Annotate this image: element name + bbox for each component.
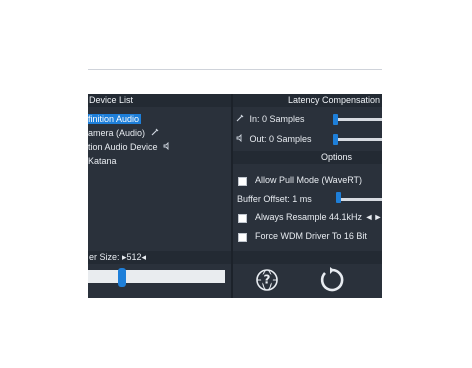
latency-out-slider-thumb[interactable] [333,134,338,145]
latency-in-slider-thumb[interactable] [333,114,338,125]
help-globe-icon[interactable]: ? [255,268,279,292]
buffer-size-header: er Size: ▸512◂ [88,251,231,264]
latency-in-row: In: 0 Samples [236,114,305,124]
allow-pull-mode-checkbox[interactable] [238,177,247,186]
allow-pull-mode-label: Allow Pull Mode (WaveRT) [255,175,363,185]
column-divider [231,94,233,298]
device-item[interactable]: amera (Audio) [88,126,231,140]
options-header: Options [233,151,382,164]
device-list: finition Audio amera (Audio) tion Audio … [88,112,231,168]
top-divider [88,69,382,70]
speaker-icon [236,133,247,144]
buffer-offset-label: Buffer Offset: 1 ms [237,194,312,204]
buffer-offset-slider[interactable] [336,198,382,201]
latency-in-label: In: 0 Samples [249,114,305,124]
latency-out-label: Out: 0 Samples [249,134,312,144]
force-wdm-checkbox[interactable] [238,233,247,242]
latency-header: Latency Compensation [233,94,382,107]
asio-settings-panel: Device List Latency Compensation finitio… [88,94,382,298]
latency-in-slider[interactable] [333,118,382,121]
microphone-icon [151,126,159,140]
force-wdm-label: Force WDM Driver To 16 Bit [255,231,367,241]
options-title: Options [320,152,352,162]
buffer-size-slider[interactable] [88,270,225,283]
latency-out-slider[interactable] [333,138,382,141]
speaker-icon [163,140,171,154]
buffer-offset-slider-thumb[interactable] [336,192,341,203]
device-item[interactable]: finition Audio [88,112,231,126]
microphone-icon [236,114,247,124]
buffer-size-slider-thumb[interactable] [118,268,126,287]
device-list-title: Device List [89,95,134,105]
svg-text:?: ? [264,273,271,287]
reset-icon[interactable] [317,266,345,294]
buffer-size-label[interactable]: er Size: ▸512◂ [89,251,146,264]
latency-title: Latency Compensation [287,95,380,105]
footer-bar [233,251,382,264]
latency-out-row: Out: 0 Samples [236,133,312,144]
device-item[interactable]: tion Audio Device [88,140,231,154]
device-list-header: Device List [88,94,231,107]
always-resample-label: Always Resample 44.1kHz ◄► [255,212,382,222]
always-resample-checkbox[interactable] [238,214,247,223]
device-item[interactable]: Katana [88,154,231,168]
